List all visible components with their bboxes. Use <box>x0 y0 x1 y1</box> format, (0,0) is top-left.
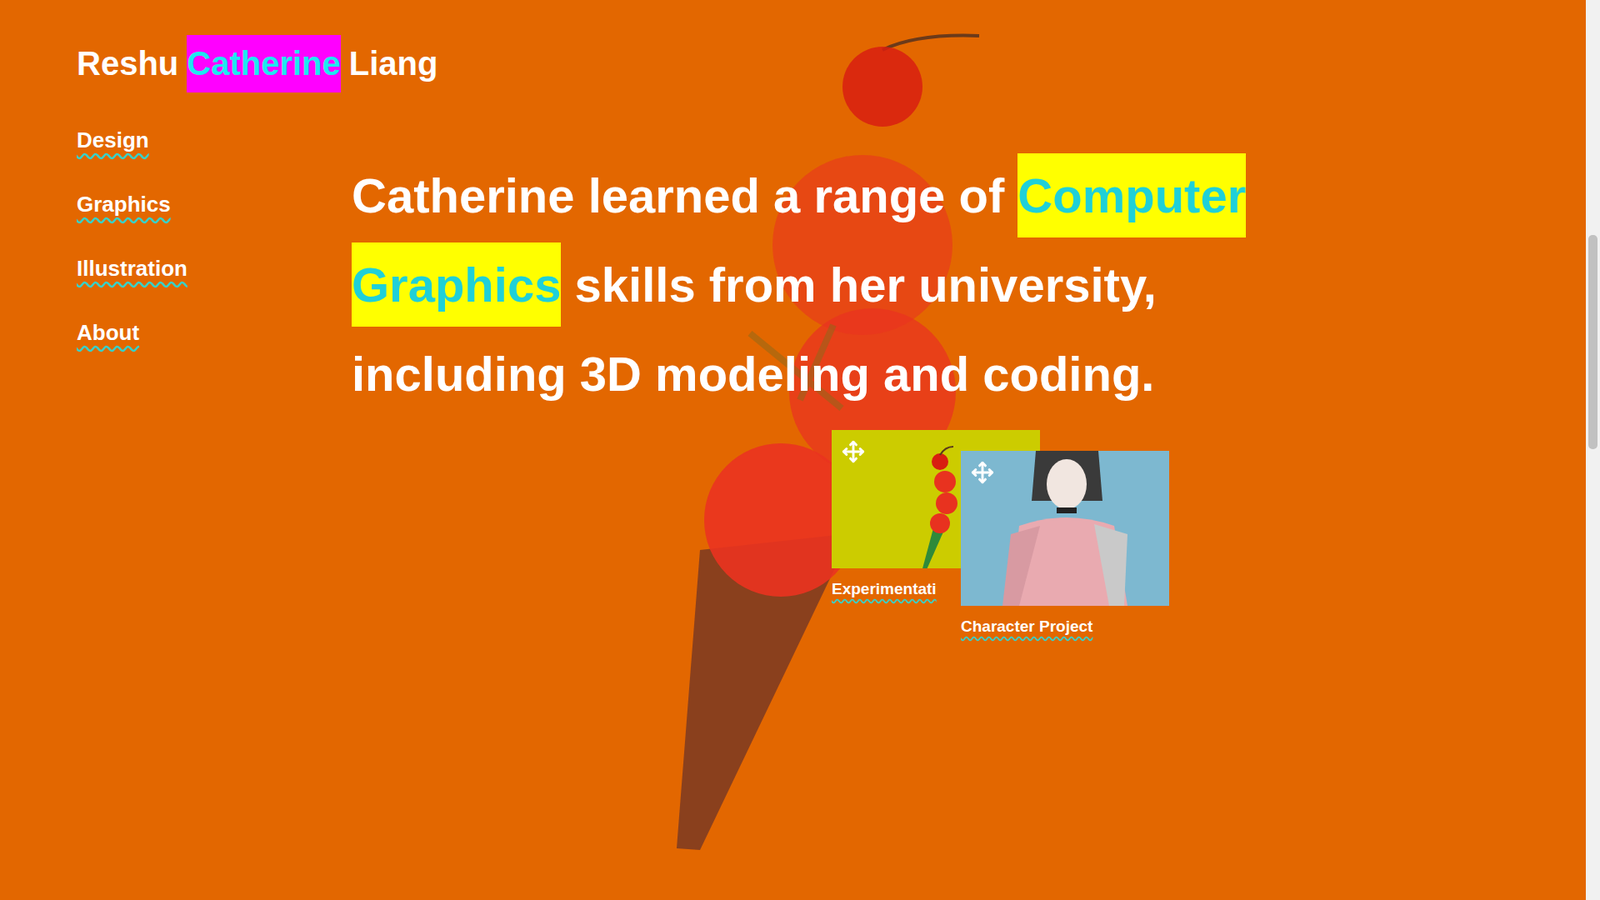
project-card[interactable]: Character Project <box>960 450 1170 636</box>
move-icon[interactable] <box>970 460 995 485</box>
nav-link[interactable]: Illustration <box>76 255 188 282</box>
nav-menu: Design Graphics Illustration About <box>76 125 352 419</box>
site-title[interactable]: ReshuCatherineLiang <box>76 35 1586 93</box>
intro-heading: Catherine learned a range of Computer Gr… <box>351 150 1335 419</box>
intro-text: Catherine learned a range of <box>351 168 1018 223</box>
move-icon[interactable] <box>841 440 865 464</box>
portfolio-page: ReshuCatherineLiang Design Graphics Illustr… <box>0 0 1600 900</box>
project-link[interactable]: Character Project <box>960 617 1093 636</box>
title-word: Liang <box>349 35 439 93</box>
main-area: ReshuCatherineLiang Design Graphics Illustr… <box>0 0 1586 900</box>
project-link[interactable]: Experimentati <box>831 580 937 599</box>
nav-link[interactable]: About <box>76 320 140 346</box>
scrollbar-thumb[interactable] <box>1588 235 1598 450</box>
scrollbar[interactable] <box>1585 0 1600 900</box>
ice-cream-illustration <box>0 0 1586 900</box>
title-word: Reshu <box>76 35 179 93</box>
nav-link[interactable]: Graphics <box>76 191 171 218</box>
project-thumbnail[interactable] <box>960 450 1170 606</box>
title-word: Catherine <box>186 35 341 93</box>
nav-link[interactable]: Design <box>76 127 150 154</box>
